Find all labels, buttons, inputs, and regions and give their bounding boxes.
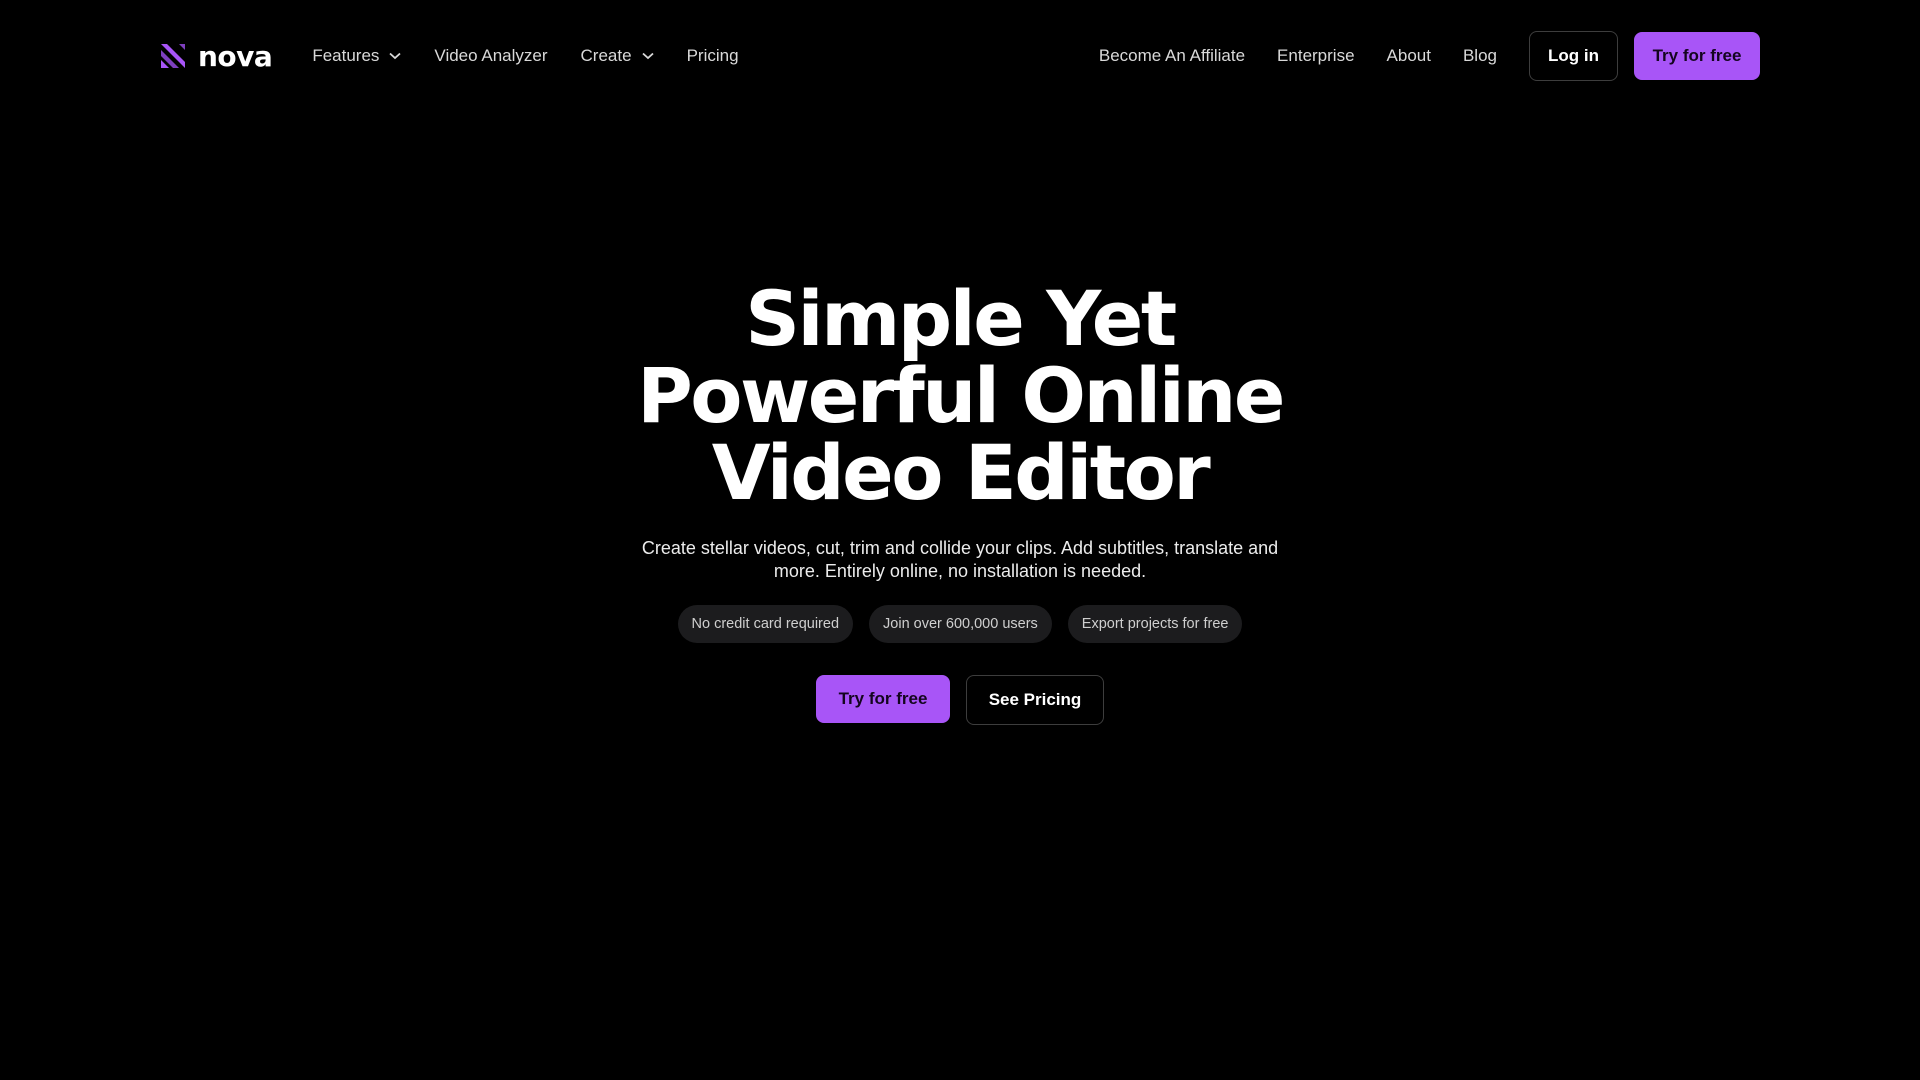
hero-title: Simple Yet Powerful Online Video Editor (637, 274, 1285, 517)
nav-item-video-analyzer[interactable]: Video Analyzer (434, 46, 547, 66)
nav-primary: Features Video Analyzer Create Pricing (312, 46, 771, 66)
feature-badges: No credit card required Join over 600,00… (677, 605, 1243, 643)
nav-item-label: Create (580, 46, 632, 65)
page: nova Features Video Analyzer Create Pric… (0, 0, 1920, 1080)
logo-link[interactable]: nova (160, 39, 273, 73)
hero-title-line: Simple Yet (745, 274, 1177, 363)
hero-cta-row: Try for free See Pricing (816, 675, 1104, 725)
chevron-down-icon (641, 52, 654, 60)
nav-item-create[interactable]: Create (581, 46, 654, 66)
logo-wordmark: nova (198, 39, 273, 73)
hero-subtitle: Create stellar videos, cut, trim and col… (641, 538, 1279, 581)
see-pricing-button[interactable]: See Pricing (966, 675, 1104, 725)
nav-item-become-an-affiliate[interactable]: Become An Affiliate (1099, 46, 1245, 66)
nav-secondary: Become An Affiliate Enterprise About Blo… (1067, 31, 1760, 81)
badge-user-count: Join over 600,000 users (869, 605, 1052, 643)
badge-no-credit-card: No credit card required (677, 605, 854, 643)
nova-logo-icon (160, 43, 186, 69)
nav-item-about[interactable]: About (1387, 46, 1431, 66)
hero-section: Simple Yet Powerful Online Video Editor … (0, 280, 1920, 725)
nav-item-features[interactable]: Features (312, 46, 402, 66)
chevron-down-icon (389, 52, 402, 60)
nav-item-blog[interactable]: Blog (1463, 46, 1497, 66)
login-button[interactable]: Log in (1529, 31, 1618, 81)
hero-title-line: Video Editor (711, 428, 1211, 517)
nav-item-label: Video Analyzer (434, 46, 548, 65)
hero-title-line: Powerful Online (637, 351, 1285, 440)
top-nav: nova Features Video Analyzer Create Pric… (0, 0, 1920, 112)
nav-item-enterprise[interactable]: Enterprise (1277, 46, 1354, 66)
nav-item-label: Features (312, 46, 380, 65)
try-for-free-button[interactable]: Try for free (1634, 32, 1760, 80)
nav-item-pricing[interactable]: Pricing (687, 46, 739, 66)
badge-free-export: Export projects for free (1067, 605, 1243, 643)
nav-item-label: Pricing (686, 46, 739, 65)
hero-try-for-free-button[interactable]: Try for free (816, 675, 950, 723)
